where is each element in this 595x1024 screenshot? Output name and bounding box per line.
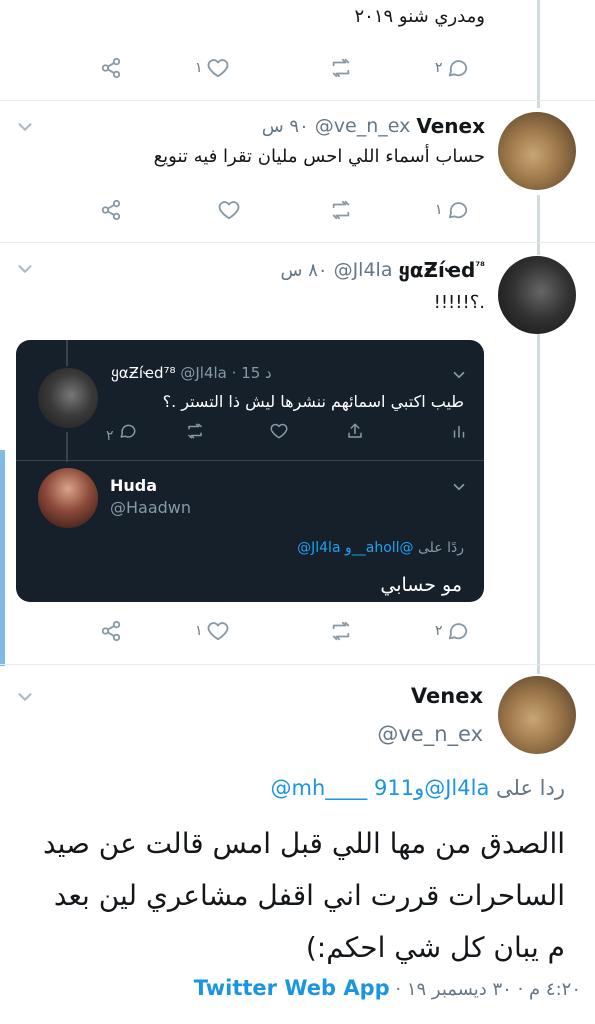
reply-count: ٢ <box>435 60 443 76</box>
handle[interactable]: @ve_n_ex <box>377 722 483 746</box>
thread-line <box>537 0 540 108</box>
timestamp[interactable]: ٩٠ س <box>262 116 309 137</box>
avatar <box>38 368 98 428</box>
like-count: ١ <box>195 623 203 639</box>
handle[interactable]: @ve_n_ex <box>315 115 411 137</box>
chevron-down-button[interactable] <box>14 116 36 138</box>
replying-handle[interactable]: @mh____ <box>271 776 368 800</box>
tweet-header: ყαƵíҽd⁷⁸ @Jl4la ٨٠ س <box>281 256 485 284</box>
chevron-down-button[interactable] <box>14 258 36 280</box>
tweet-source-link[interactable]: Twitter Web App <box>194 976 390 1000</box>
reply-count: ١ <box>435 202 443 218</box>
like-count: ١ <box>195 60 203 76</box>
chevron-down-icon <box>18 265 32 273</box>
reply-button[interactable]: ٢ <box>435 616 469 646</box>
like-icon <box>207 59 228 78</box>
avatar <box>38 468 98 528</box>
display-name[interactable]: Venex <box>411 684 483 708</box>
replying-handle[interactable]: 911 <box>374 776 414 800</box>
share-button[interactable] <box>100 616 122 646</box>
embed-text: مو حسابي <box>380 574 462 596</box>
reply-icon <box>448 60 467 77</box>
share-icon <box>101 620 121 642</box>
separator <box>0 100 595 101</box>
separator <box>0 664 595 665</box>
tweet-text: ومدري شنو ٢٠١٩ <box>354 6 486 27</box>
tweet-text-line: االصدق من مها اللي قبل امس قالت عن صيد <box>42 827 565 860</box>
chevron-down-icon <box>450 366 472 388</box>
share-button[interactable] <box>100 53 122 83</box>
retweet-button[interactable] <box>330 195 352 225</box>
share-icon <box>346 422 364 444</box>
embed-handle: @Jl4la <box>180 364 227 382</box>
share-icon <box>101 199 121 221</box>
scroll-indicator <box>0 450 5 666</box>
like-button[interactable] <box>218 195 240 225</box>
chevron-down-button[interactable] <box>14 686 36 708</box>
display-name[interactable]: ყαƵíҽd⁷⁸ <box>398 258 485 282</box>
reply-icon <box>448 202 467 219</box>
like-icon <box>218 201 240 220</box>
tweet-text: حساب أسماء اللي احس مليان تقرا فيه تنويع <box>153 146 485 167</box>
embed-name: Huda <box>110 476 158 495</box>
chevron-down-icon <box>18 693 32 701</box>
embedded-image[interactable]: ყαƵíҽd⁷⁸ @Jl4la · 15 د طيب اكتبي اسمائهم… <box>16 340 484 602</box>
separator <box>0 242 595 243</box>
embed-actions: ٢ <box>106 422 466 446</box>
embed-thread-line <box>66 340 68 366</box>
avatar[interactable] <box>498 256 576 334</box>
like-button[interactable]: ١ <box>195 53 229 83</box>
reply-icon <box>448 623 467 640</box>
display-name[interactable]: Venex <box>416 114 485 138</box>
reply-button[interactable]: ١ <box>435 195 469 225</box>
avatar[interactable] <box>498 676 576 754</box>
embed-time: 15 د <box>241 364 272 382</box>
retweet-button[interactable] <box>330 53 352 83</box>
tweet-text-line: الساحرات قررت اني اقفل مشاعري لين بعد <box>53 879 565 912</box>
tweet-actions: ١ ٢ <box>90 53 490 83</box>
tweet-time[interactable]: ٤:٢٠ م <box>529 979 581 1000</box>
tweet-text: !!!!!؟. <box>433 292 485 313</box>
replying-handle[interactable]: @Jl4la <box>424 776 489 800</box>
tweet-actions: ١ <box>90 195 490 225</box>
retweet-icon <box>186 422 204 444</box>
chevron-down-icon <box>450 478 472 500</box>
tweet-actions: ١ ٢ <box>90 616 490 646</box>
retweet-icon <box>332 200 350 220</box>
embed-thread-line <box>66 432 68 462</box>
replying-to: ردا على @Jl4laو911 @mh____ <box>271 776 566 800</box>
handle[interactable]: @Jl4la <box>334 259 393 281</box>
embed-handle: @Haadwn <box>110 498 192 517</box>
tweet-date[interactable]: ٣٠ ديسمبر ١٩ <box>407 979 512 1000</box>
embed-header: ყαƵíҽd⁷⁸ @Jl4la · 15 د <box>111 364 272 382</box>
replying-label: ردا على <box>496 776 565 800</box>
tweet-header: Venex @ve_n_ex ٩٠ س <box>262 112 485 140</box>
embed-name: ყαƵíҽd⁷⁸ <box>111 364 176 382</box>
embed-replying: ردًا على @Jl4la و__aholl@ <box>297 540 464 556</box>
like-icon <box>207 622 228 641</box>
tweet-text-line: م يبان كل شي احكم:) <box>305 931 565 964</box>
replying-and: و <box>414 776 425 800</box>
share-icon <box>101 57 121 79</box>
share-button[interactable] <box>100 195 122 225</box>
embed-text: طيب اكتبي اسمائهم ننشرها ليش ذا التستر .… <box>162 392 464 411</box>
retweet-button[interactable] <box>330 616 352 646</box>
retweet-icon <box>332 58 350 78</box>
reply-icon: ٢ <box>106 422 137 444</box>
reply-button[interactable]: ٢ <box>435 53 469 83</box>
reply-count: ٢ <box>435 623 443 639</box>
like-button[interactable]: ١ <box>195 616 229 646</box>
stats-icon <box>450 422 468 444</box>
thread-line <box>537 195 540 255</box>
chevron-down-icon <box>18 123 32 131</box>
thread-line <box>537 334 540 674</box>
like-icon <box>270 422 288 444</box>
tweet-meta: ٤:٢٠ م · ٣٠ ديسمبر ١٩ · Twitter Web App <box>193 976 581 1000</box>
tweet-text: االصدق من مها اللي قبل امس قالت عن صيد ا… <box>25 818 565 974</box>
avatar[interactable] <box>498 112 576 190</box>
retweet-icon <box>332 621 350 641</box>
timestamp[interactable]: ٨٠ س <box>281 260 328 281</box>
embed-separator <box>16 460 484 461</box>
